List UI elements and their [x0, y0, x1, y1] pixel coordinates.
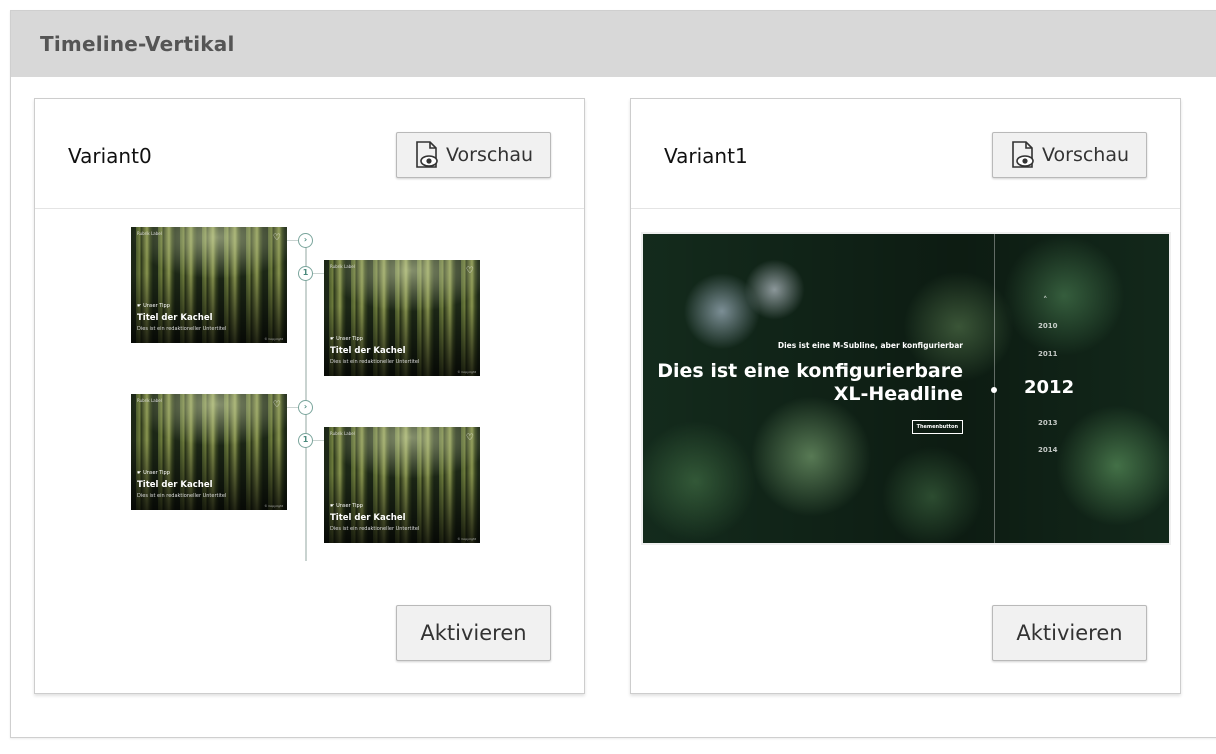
tile-copyright: © Copyright: [457, 537, 476, 541]
hero-theme-button[interactable]: Themenbutton: [911, 420, 963, 434]
tile-tag: Rubrik Label: [137, 398, 162, 403]
card-header: Variant1 Vorschau: [631, 99, 1180, 209]
timeline-tile[interactable]: Rubrik Label ♡ ☛ Unser Tipp Titel der Ka…: [131, 227, 287, 343]
timeline-node[interactable]: 1: [298, 266, 313, 281]
tile-title: Titel der Kachel: [137, 480, 213, 490]
variant1-hero-preview: Dies ist eine M-Subline, aber konfigurie…: [641, 232, 1171, 545]
timeline-node[interactable]: 1: [298, 433, 313, 448]
hero-headline-line: Dies ist eine konfigurierbare: [657, 360, 963, 382]
timeline-year[interactable]: 2011: [1038, 350, 1057, 358]
timeline-line: [305, 233, 307, 561]
timeline-tile[interactable]: Rubrik Label ♡ ☛ Unser Tipp Titel der Ka…: [324, 427, 480, 543]
preview-button[interactable]: Vorschau: [396, 132, 551, 178]
timeline-marker: [991, 387, 997, 393]
heart-icon[interactable]: ♡: [273, 233, 281, 243]
tile-badge: ☛ Unser Tipp: [330, 336, 363, 342]
heart-icon[interactable]: ♡: [466, 266, 474, 276]
tile-badge: ☛ Unser Tipp: [330, 503, 363, 509]
tile-subtitle: Dies ist ein redaktioneller Untertitel: [137, 326, 227, 332]
card-header: Variant0 Vorschau: [35, 99, 584, 209]
tile-badge: ☛ Unser Tipp: [137, 303, 170, 309]
timeline-tile[interactable]: Rubrik Label ♡ ☛ Unser Tipp Titel der Ka…: [131, 394, 287, 510]
panel-title: Timeline-Vertikal: [40, 32, 235, 56]
timeline-year-active[interactable]: 2012: [1024, 377, 1074, 398]
timeline-year[interactable]: 2010: [1038, 322, 1057, 330]
document-eye-icon: [416, 141, 438, 168]
tile-subtitle: Dies ist ein redaktioneller Untertitel: [137, 493, 227, 499]
activate-button[interactable]: Aktivieren: [396, 605, 551, 661]
timeline-node[interactable]: ›: [298, 400, 313, 415]
tile-badge: ☛ Unser Tipp: [137, 470, 170, 476]
tile-tag: Rubrik Label: [137, 231, 162, 236]
variant0-thumbnail: › 1 › 1 Rubrik Label ♡ ☛ Unser Tipp Tite…: [131, 223, 491, 563]
timeline-year[interactable]: 2014: [1038, 446, 1057, 454]
tile-subtitle: Dies ist ein redaktioneller Untertitel: [330, 526, 420, 532]
preview-button[interactable]: Vorschau: [992, 132, 1147, 178]
tile-copyright: © Copyright: [264, 337, 283, 341]
timeline-node[interactable]: ›: [298, 233, 313, 248]
hero-headline-line: XL-Headline: [833, 383, 963, 405]
hero-subline: Dies ist eine M-Subline, aber konfigurie…: [777, 341, 963, 350]
heart-icon[interactable]: ♡: [273, 400, 281, 410]
variant-title: Variant0: [68, 144, 152, 168]
variant-card-0: Variant0 Vorschau › 1 › 1 Rubrik Label ♡…: [34, 98, 585, 694]
tile-copyright: © Copyright: [457, 370, 476, 374]
chevron-up-icon[interactable]: ˄: [1043, 296, 1048, 306]
tile-tag: Rubrik Label: [330, 264, 355, 269]
heart-icon[interactable]: ♡: [466, 433, 474, 443]
variant-title: Variant1: [664, 144, 748, 168]
panel-header: Timeline-Vertikal: [11, 11, 1216, 77]
tile-tag: Rubrik Label: [330, 431, 355, 436]
tile-copyright: © Copyright: [264, 504, 283, 508]
preview-label: Vorschau: [445, 144, 534, 166]
tile-title: Titel der Kachel: [330, 346, 406, 356]
hero-headline: Dies ist eine konfigurierbare XL-Headlin…: [657, 360, 963, 406]
tile-title: Titel der Kachel: [330, 513, 406, 523]
preview-label: Vorschau: [1041, 144, 1130, 166]
document-eye-icon: [1012, 141, 1034, 168]
tile-subtitle: Dies ist ein redaktioneller Untertitel: [330, 359, 420, 365]
activate-button[interactable]: Aktivieren: [992, 605, 1147, 661]
timeline-year[interactable]: 2013: [1038, 419, 1057, 427]
variant-card-1: Variant1 Vorschau Dies ist eine M-Sublin…: [630, 98, 1181, 694]
timeline-tile[interactable]: Rubrik Label ♡ ☛ Unser Tipp Titel der Ka…: [324, 260, 480, 376]
tile-title: Titel der Kachel: [137, 313, 213, 323]
